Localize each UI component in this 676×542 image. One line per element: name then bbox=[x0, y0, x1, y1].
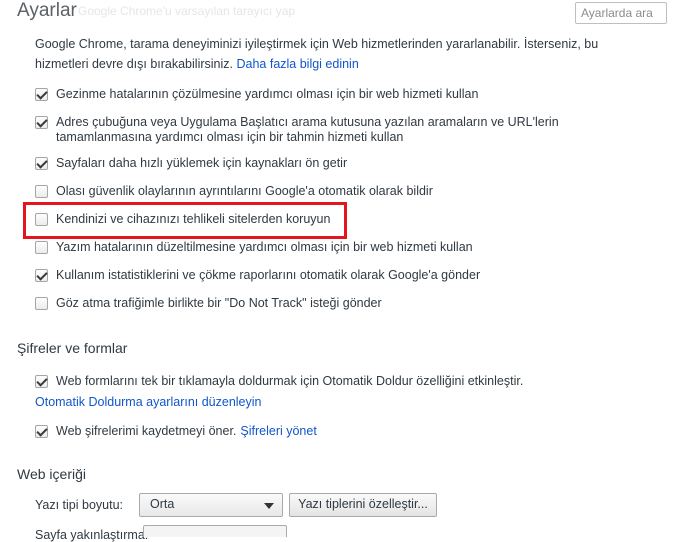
page-zoom-select[interactable] bbox=[143, 525, 287, 537]
option-label: Adres çubuğuna veya Uygulama Başlatıcı a… bbox=[56, 115, 559, 144]
checkbox[interactable] bbox=[35, 185, 48, 198]
option-label: Web şifrelerimi kaydetmeyi öner. bbox=[56, 424, 237, 438]
page-title: Ayarlar bbox=[17, 0, 77, 21]
dropdown-arrow-icon bbox=[264, 503, 274, 509]
customize-fonts-button[interactable]: Yazı tiplerini özelleştir... bbox=[289, 493, 437, 517]
manage-passwords-link[interactable]: Şifreleri yönet bbox=[240, 424, 316, 439]
learn-more-link[interactable]: Daha fazla bilgi edinin bbox=[236, 57, 358, 71]
privacy-option-prefetch[interactable]: Sayfaları daha hızlı yüklemek için kayna… bbox=[35, 156, 347, 171]
privacy-option-spelling-service[interactable]: Yazım hatalarının düzeltilmesine yardımc… bbox=[35, 240, 473, 255]
autofill-settings-link[interactable]: Otomatik Doldurma ayarlarını düzenleyin bbox=[35, 395, 262, 409]
option-label: Kendinizi ve cihazınızı tehlikeli sitele… bbox=[56, 212, 331, 226]
privacy-option-navigation-errors[interactable]: Gezinme hatalarının çözülmesine yardımcı… bbox=[35, 87, 478, 102]
privacy-option-safe-browsing[interactable]: Kendinizi ve cihazınızı tehlikeli sitele… bbox=[35, 212, 330, 227]
web-content-section-heading: Web içeriği bbox=[17, 466, 86, 482]
option-label: Yazım hatalarının düzeltilmesine yardımc… bbox=[56, 240, 473, 254]
page-zoom-label: Sayfa yakınlaştırma: bbox=[35, 528, 149, 542]
option-label: Web formlarını tek bir tıklamayla doldur… bbox=[56, 374, 524, 388]
font-size-select[interactable]: Orta bbox=[139, 493, 283, 517]
font-size-value: Orta bbox=[150, 497, 175, 511]
font-size-label: Yazı tipi boyutu: bbox=[35, 498, 124, 512]
option-label: Sayfaları daha hızlı yüklemek için kayna… bbox=[56, 156, 348, 170]
privacy-option-usage-stats[interactable]: Kullanım istatistiklerini ve çökme rapor… bbox=[35, 268, 480, 283]
checkbox[interactable] bbox=[35, 241, 48, 254]
privacy-option-security-reports[interactable]: Olası güvenlik olaylarının ayrıntılarını… bbox=[35, 184, 433, 199]
checkbox[interactable] bbox=[35, 297, 48, 310]
privacy-intro: Google Chrome, tarama deneyiminizi iyile… bbox=[35, 34, 655, 74]
checkbox[interactable] bbox=[35, 116, 48, 129]
ghost-header-text: Google Chrome'u varsayılan tarayıcı yap bbox=[78, 4, 296, 18]
settings-search-input[interactable] bbox=[575, 2, 667, 24]
option-label: Olası güvenlik olaylarının ayrıntılarını… bbox=[56, 184, 433, 198]
checkbox[interactable] bbox=[35, 425, 48, 438]
checkbox[interactable] bbox=[35, 157, 48, 170]
privacy-option-prediction-service[interactable]: Adres çubuğuna veya Uygulama Başlatıcı a… bbox=[35, 115, 635, 145]
privacy-option-do-not-track[interactable]: Göz atma trafiğimle birlikte bir "Do Not… bbox=[35, 296, 382, 311]
autofill-option[interactable]: Web formlarını tek bir tıklamayla doldur… bbox=[35, 374, 523, 389]
option-label: Kullanım istatistiklerini ve çökme rapor… bbox=[56, 268, 481, 282]
checkbox[interactable] bbox=[35, 213, 48, 226]
checkbox[interactable] bbox=[35, 88, 48, 101]
checkbox[interactable] bbox=[35, 269, 48, 282]
checkbox[interactable] bbox=[35, 375, 48, 388]
option-label: Göz atma trafiğimle birlikte bir "Do Not… bbox=[56, 296, 382, 310]
option-label: Gezinme hatalarının çözülmesine yardımcı… bbox=[56, 87, 479, 101]
save-passwords-option[interactable]: Web şifrelerimi kaydetmeyi öner. Şifrele… bbox=[35, 424, 317, 439]
passwords-section-heading: Şifreler ve formlar bbox=[17, 340, 128, 356]
